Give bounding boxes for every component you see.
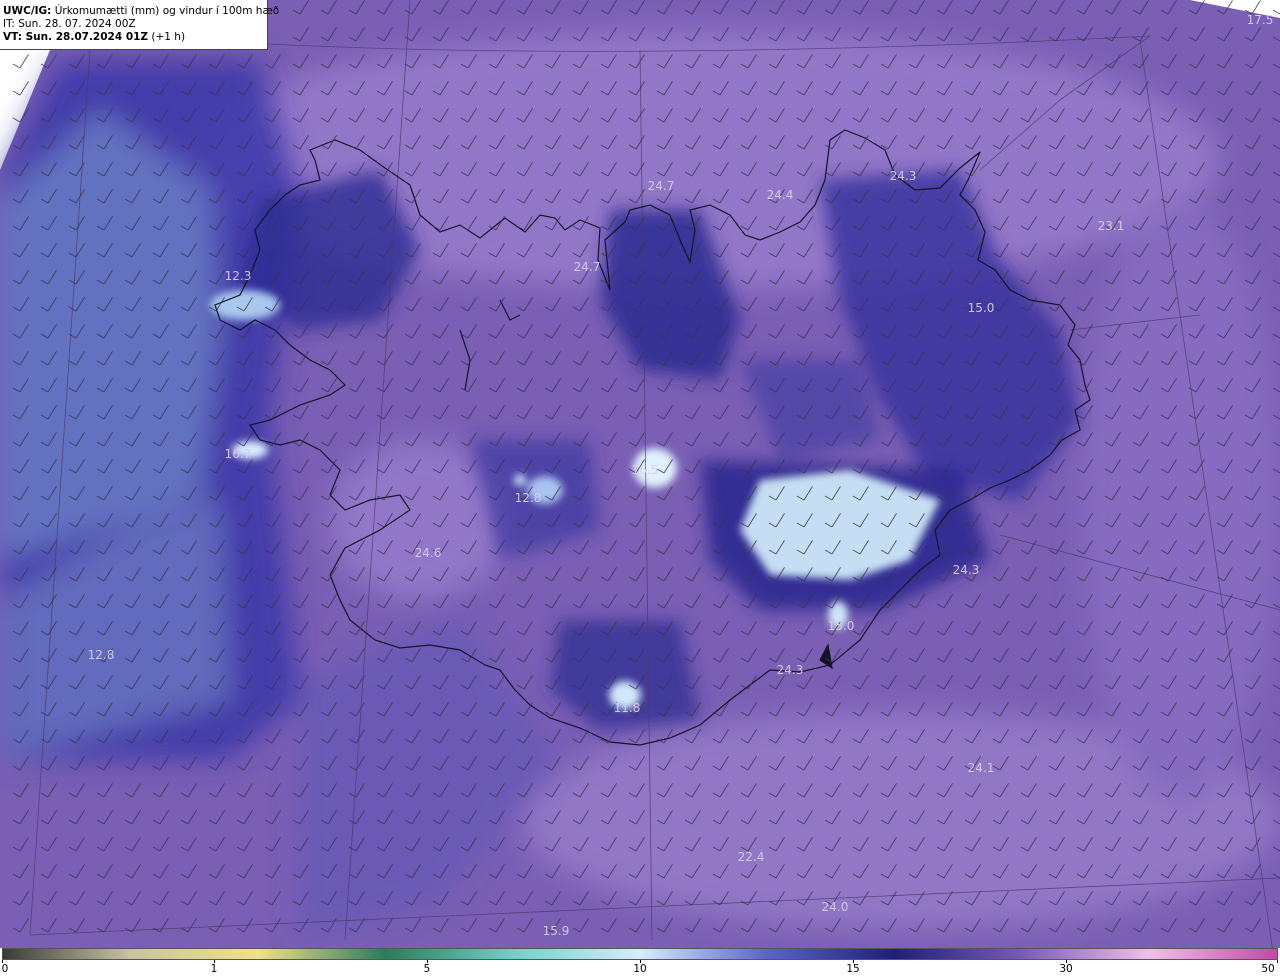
colorbar-tick-label: 15: [846, 963, 860, 975]
colorbar-tick-label: 50: [1261, 963, 1275, 975]
title-line: UWC/IG: Úrkomumætti (mm) og vindur í 100…: [3, 5, 279, 18]
map-value-label: 22.4: [737, 850, 765, 864]
map-value-label: 24.0: [821, 900, 849, 914]
map-value-label: 12.3: [224, 269, 252, 283]
map-value-label: 24.4: [766, 188, 794, 202]
colorbar-legend: 0 1 5 10 15 30 50: [0, 948, 1280, 978]
initial-time-line: IT: Sun. 28. 07. 2024 00Z: [3, 18, 267, 31]
map-value-label: 17.5: [1246, 13, 1274, 27]
map-value-label: 24.1: [967, 761, 995, 775]
map-value-label: 24.3: [889, 169, 917, 183]
it-prefix: IT:: [3, 18, 15, 30]
colorbar-tick-label: 0: [1, 963, 9, 975]
map-value-label: 23.1: [1097, 219, 1125, 233]
colorbar-tick-label: 10: [633, 963, 647, 975]
vt-suffix: (+1 h): [148, 31, 186, 43]
map-value-label: 15.0: [967, 301, 995, 315]
map-value-label: 12.8: [514, 491, 542, 505]
colorbar-tick-label: 1: [210, 963, 218, 975]
map-value-label: 16.5: [631, 463, 659, 477]
map-value-label: 24.7: [647, 179, 675, 193]
map-value-label: 24.3: [776, 663, 804, 677]
valid-time-line: VT: Sun. 28.07.2024 01Z (+1 h): [3, 31, 267, 44]
map-value-label: 16.7: [224, 447, 252, 461]
map-header: UWC/IG: Úrkomumætti (mm) og vindur í 100…: [0, 0, 279, 50]
map-value-label: 11.8: [613, 701, 641, 715]
title-prefix: UWC/IG:: [3, 5, 52, 17]
colorbar-tick-label: 30: [1059, 963, 1073, 975]
map-value-label: 24.6: [414, 546, 442, 560]
vt-prefix: VT:: [3, 31, 22, 43]
map-value-label: 15.0: [827, 619, 855, 633]
weather-map: UWC/IG: Úrkomumætti (mm) og vindur í 100…: [0, 0, 1280, 948]
map-value-label: 15.9: [542, 924, 570, 938]
colorbar-tick-label: 5: [423, 963, 431, 975]
vt-text: Sun. 28.07.2024 01Z: [21, 31, 149, 43]
map-value-label: 24.7: [573, 260, 601, 274]
map-value-label: 24.3: [952, 563, 980, 577]
colorbar-strip: [2, 948, 1278, 960]
it-text: Sun. 28. 07. 2024 00Z: [14, 18, 136, 30]
title-text: Úrkomumætti (mm) og vindur í 100m hæð: [51, 5, 280, 17]
map-value-label: 12.8: [87, 648, 115, 662]
